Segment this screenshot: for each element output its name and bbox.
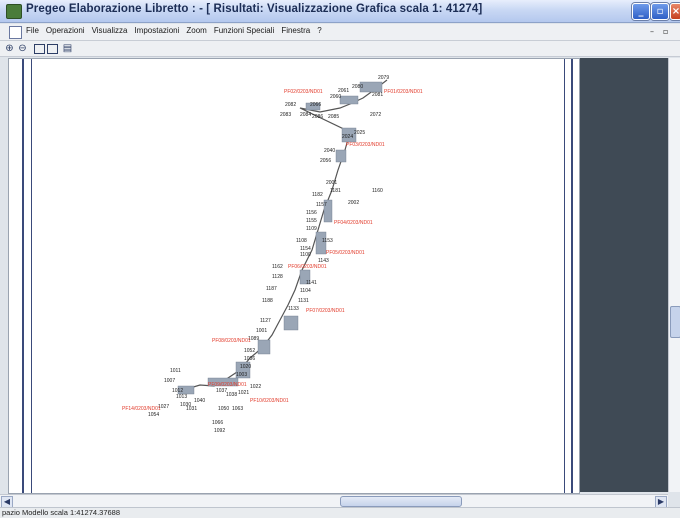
point-label: 2040 <box>324 148 335 154</box>
fiducial-label: PF01/0203/ND01 <box>384 89 423 95</box>
point-label: 1109 <box>306 226 317 232</box>
point-label: 2082 <box>285 102 296 108</box>
point-cluster <box>177 81 383 395</box>
point-label: 1187 <box>266 286 277 292</box>
point-label: 1100 <box>300 252 311 258</box>
fiducial-label: PF02/0203/ND01 <box>284 89 323 95</box>
point-label: 1011 <box>170 368 181 374</box>
point-label: 2081 <box>372 92 383 98</box>
point-label: 2001 <box>326 180 337 186</box>
point-label: 1104 <box>300 288 311 294</box>
point-label: 1160 <box>372 188 383 194</box>
point-label: 1020 <box>240 364 251 370</box>
point-label: 2085 <box>328 114 339 120</box>
point-label: 2072 <box>370 112 381 118</box>
point-label: 1050 <box>218 406 229 412</box>
fiducial-label: PF07/0203/ND01 <box>306 308 345 314</box>
fiducial-label: PF03/0203/ND01 <box>346 142 385 148</box>
fiducial-label: PF14/0203/ND01 <box>122 406 161 412</box>
point-label: 2066 <box>310 102 321 108</box>
point-label: 1040 <box>194 398 205 404</box>
point-label: 1128 <box>272 274 283 280</box>
point-label: 1066 <box>212 420 223 426</box>
point-label: 2084 <box>300 112 311 118</box>
point-label: 1181 <box>330 188 341 194</box>
point-label: 1182 <box>312 192 323 198</box>
fiducial-label: PF05/0203/ND01 <box>326 250 365 256</box>
point-label: 1001 <box>256 328 267 334</box>
point-label: 1156 <box>306 210 317 216</box>
application-window: Pregeo Elaborazione Libretto : - [ Risul… <box>0 0 680 518</box>
point-label: 2002 <box>348 200 359 206</box>
point-label: 1022 <box>250 384 261 390</box>
point-label: 2079 <box>378 75 389 81</box>
point-label: 1052 <box>244 348 255 354</box>
status-bar: pazio Modello scala 1:41274.37688 <box>0 507 680 518</box>
fiducial-label: PF06/0203/ND01 <box>288 264 327 270</box>
point-label: 2024 <box>342 134 353 140</box>
point-label: 2080 <box>352 84 363 90</box>
point-label: 1054 <box>148 412 159 418</box>
point-label: 1131 <box>298 298 309 304</box>
point-label: 1157 <box>316 202 327 208</box>
fiducial-label: PF04/0203/ND01 <box>334 220 373 226</box>
survey-map: 2079 2080 2061 2081 2060 2082 2083 2084 … <box>122 75 423 434</box>
status-text: pazio Modello scala 1:41274.37688 <box>2 508 121 517</box>
red-labels: PF01/0203/ND01 PF02/0203/ND01 PF03/0203/… <box>122 89 423 412</box>
point-label: 1063 <box>232 406 243 412</box>
point-label: 2056 <box>320 158 331 164</box>
point-label: 1021 <box>238 390 249 396</box>
point-label: 1003 <box>236 372 247 378</box>
point-label: 1141 <box>306 280 317 286</box>
point-label: 1155 <box>306 218 317 224</box>
point-label: 1013 <box>176 394 187 400</box>
point-label: 1133 <box>288 306 299 312</box>
horizontal-scroll-thumb[interactable] <box>340 496 462 507</box>
point-label: 2083 <box>280 112 291 118</box>
fiducial-label: PF10/0203/ND01 <box>250 398 289 404</box>
point-label: 1127 <box>260 318 271 324</box>
point-label: 2025 <box>354 130 365 136</box>
point-label: 1153 <box>322 238 333 244</box>
point-label: 2060 <box>330 94 341 100</box>
point-label: 1036 <box>244 356 255 362</box>
fiducial-label: PF08/0203/ND01 <box>212 338 251 344</box>
point-label: 1188 <box>262 298 273 304</box>
point-label: 1092 <box>214 428 225 434</box>
point-label: 1108 <box>296 238 307 244</box>
point-label: 1038 <box>226 392 237 398</box>
point-label: 1162 <box>272 264 283 270</box>
fiducial-label: PF09/0203/ND01 <box>208 382 247 388</box>
point-label: 2086 <box>312 114 323 120</box>
horizontal-scrollbar[interactable]: ◀ ▶ <box>0 494 668 508</box>
point-label: 1031 <box>186 406 197 412</box>
traverse-line <box>177 79 388 394</box>
point-label: 1007 <box>164 378 175 384</box>
